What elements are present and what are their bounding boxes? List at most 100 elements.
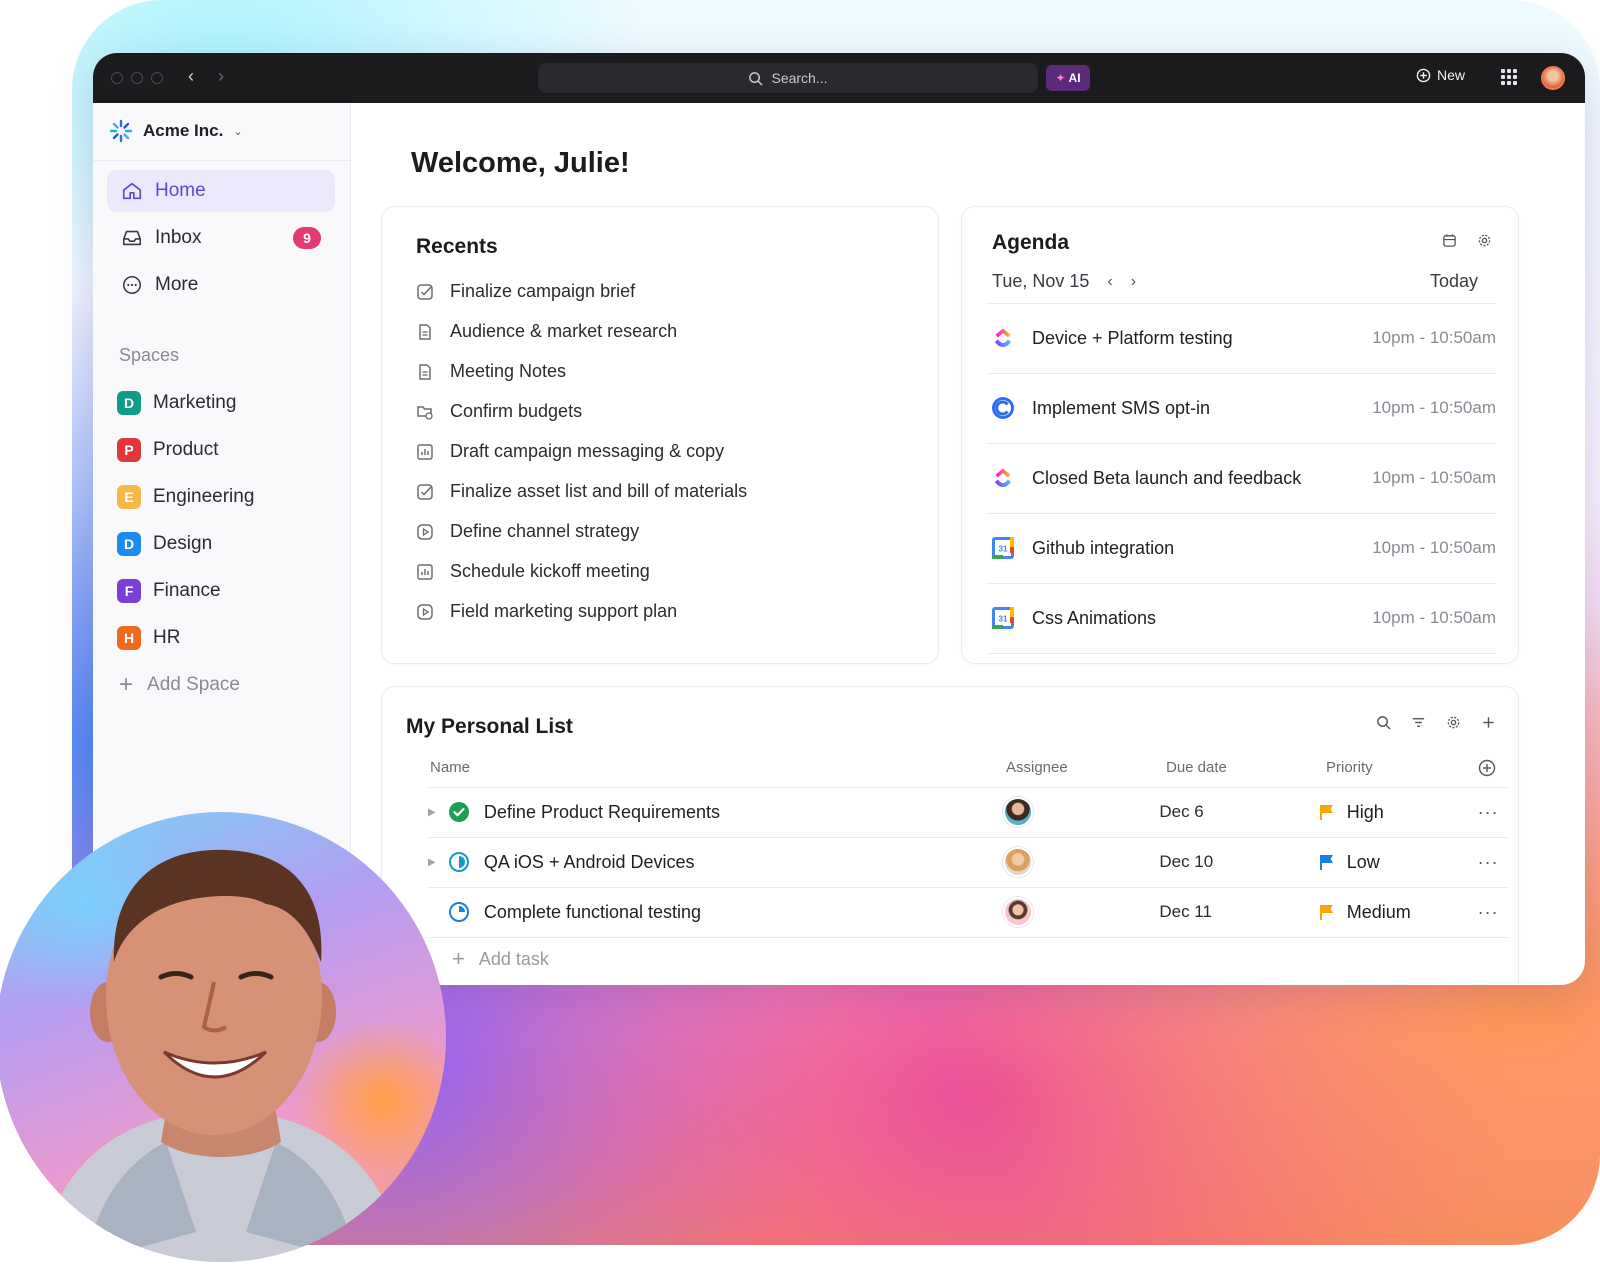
agenda-toolbar	[1442, 233, 1492, 248]
chevron-left-icon[interactable]: ‹	[1107, 273, 1112, 291]
workspace-switcher[interactable]: Acme Inc. ⌄	[109, 119, 243, 143]
dashboard-icon	[416, 563, 434, 581]
assignee-avatar[interactable]	[1002, 847, 1033, 877]
column-header-due-date[interactable]: Due date	[1166, 759, 1227, 776]
due-date[interactable]: Dec 11	[1159, 902, 1318, 922]
sidebar-item-more[interactable]: More	[107, 264, 335, 306]
recent-item-label: Finalize asset list and bill of material…	[450, 481, 748, 501]
gear-icon[interactable]	[1446, 715, 1461, 730]
inbox-count-badge: 9	[293, 227, 321, 249]
task-name[interactable]: Complete functional testing	[484, 902, 1000, 923]
space-label: Marketing	[153, 392, 237, 413]
table-row[interactable]: ▶ QA iOS + Android Devices Dec 10 Low ··…	[428, 838, 1508, 886]
space-avatar: D	[117, 391, 141, 415]
task-name[interactable]: Define Product Requirements	[484, 802, 1000, 823]
column-header-priority[interactable]: Priority	[1326, 759, 1373, 776]
more-options-icon[interactable]: ···	[1468, 802, 1508, 823]
space-item-finance[interactable]: F Finance	[117, 579, 221, 603]
space-avatar: E	[117, 485, 141, 509]
table-row[interactable]: Complete functional testing Dec 11 Mediu…	[428, 888, 1508, 936]
expand-caret-icon[interactable]: ▶	[428, 807, 448, 818]
recent-item[interactable]: Audience & market research	[416, 321, 677, 342]
due-date[interactable]: Dec 10	[1159, 852, 1318, 872]
plus-icon[interactable]	[1481, 715, 1496, 730]
priority-cell[interactable]: Medium	[1319, 902, 1468, 923]
search-placeholder: Search...	[771, 70, 828, 86]
new-button[interactable]: New	[1416, 67, 1465, 83]
table-row[interactable]: ▶ Define Product Requirements Dec 6 High…	[428, 788, 1508, 836]
column-header-name[interactable]: Name	[430, 759, 470, 776]
agenda-item-time: 10pm - 10:50am	[1372, 468, 1496, 487]
recent-item[interactable]: Confirm budgets	[416, 401, 582, 422]
ai-button[interactable]: ✦ AI	[1046, 65, 1090, 91]
space-item-marketing[interactable]: D Marketing	[117, 391, 236, 415]
apps-grid-icon[interactable]	[1501, 69, 1517, 85]
agenda-date-nav: Tue, Nov 15 ‹ ›	[992, 271, 1136, 292]
space-item-product[interactable]: P Product	[117, 438, 218, 462]
assignee-avatar[interactable]	[1002, 897, 1033, 927]
divider	[986, 373, 1496, 374]
agenda-item[interactable]: Closed Beta launch and feedback 10pm - 1…	[990, 465, 1496, 491]
today-button[interactable]: Today	[1430, 271, 1478, 292]
more-options-icon[interactable]: ···	[1468, 852, 1508, 873]
gear-icon[interactable]	[1477, 233, 1492, 248]
status-complete-icon[interactable]	[448, 801, 470, 823]
filter-icon[interactable]	[1411, 715, 1426, 730]
status-in-progress-icon[interactable]	[448, 851, 470, 873]
sidebar-item-home[interactable]: Home	[107, 170, 335, 212]
agenda-date: Tue, Nov 15	[992, 271, 1090, 291]
agenda-item-time: 10pm - 10:50am	[1372, 538, 1496, 557]
add-column-icon[interactable]	[1478, 759, 1496, 777]
space-item-engineering[interactable]: E Engineering	[117, 485, 254, 509]
search-icon	[749, 71, 763, 85]
sidebar-item-inbox[interactable]: Inbox 9	[107, 217, 335, 259]
agenda-item-title: Closed Beta launch and feedback	[1032, 467, 1302, 488]
minimize-window-button[interactable]	[131, 72, 143, 84]
priority-cell[interactable]: Low	[1319, 852, 1468, 873]
calendar-icon[interactable]	[1442, 233, 1457, 248]
back-arrow-icon[interactable]: ‹	[183, 66, 199, 87]
expand-caret-icon[interactable]: ▶	[428, 857, 448, 868]
add-task-button[interactable]: + Add task	[452, 948, 549, 970]
spaces-heading: Spaces	[119, 345, 180, 365]
chevron-right-icon[interactable]: ›	[1131, 273, 1136, 291]
recent-item[interactable]: Define channel strategy	[416, 521, 639, 542]
recent-item[interactable]: Field marketing support plan	[416, 601, 677, 622]
user-avatar[interactable]	[1541, 66, 1565, 90]
agenda-item[interactable]: Device + Platform testing 10pm - 10:50am	[990, 325, 1496, 351]
recent-item[interactable]: Finalize campaign brief	[416, 281, 635, 302]
space-item-design[interactable]: D Design	[117, 532, 212, 556]
task-name[interactable]: QA iOS + Android Devices	[484, 852, 1000, 873]
search-input[interactable]: Search...	[538, 63, 1038, 93]
space-label: Finance	[153, 580, 221, 601]
close-window-button[interactable]	[111, 72, 123, 84]
recent-item-label: Field marketing support plan	[450, 601, 678, 621]
recent-item-label: Define channel strategy	[450, 521, 640, 541]
agenda-item[interactable]: 31 Css Animations 10pm - 10:50am	[990, 605, 1496, 631]
add-space-button[interactable]: + Add Space	[119, 673, 240, 697]
column-header-assignee[interactable]: Assignee	[1006, 759, 1068, 776]
due-date[interactable]: Dec 6	[1159, 802, 1318, 822]
window-controls	[111, 72, 163, 84]
agenda-item-time: 10pm - 10:50am	[1372, 328, 1496, 347]
priority-cell[interactable]: High	[1319, 802, 1468, 823]
status-in-progress-icon[interactable]	[448, 901, 470, 923]
history-nav: ‹ ›	[183, 66, 229, 87]
agenda-item[interactable]: Implement SMS opt-in 10pm - 10:50am	[990, 395, 1496, 421]
zoom-window-button[interactable]	[151, 72, 163, 84]
more-options-icon[interactable]: ···	[1468, 902, 1508, 923]
space-label: HR	[153, 627, 181, 648]
plus-icon: +	[452, 946, 465, 971]
forward-arrow-icon[interactable]: ›	[213, 66, 229, 87]
agenda-item[interactable]: 31 Github integration 10pm - 10:50am	[990, 535, 1496, 561]
assignee-avatar[interactable]	[1002, 797, 1033, 827]
recent-item[interactable]: Finalize asset list and bill of material…	[416, 481, 747, 502]
search-icon[interactable]	[1376, 715, 1391, 730]
recent-item[interactable]: Schedule kickoff meeting	[416, 561, 650, 582]
clickup-logo-icon	[995, 328, 1011, 347]
recent-item[interactable]: Draft campaign messaging & copy	[416, 441, 724, 462]
recent-item[interactable]: Meeting Notes	[416, 361, 566, 382]
doc-icon	[416, 363, 434, 381]
space-item-hr[interactable]: H HR	[117, 626, 180, 650]
home-icon	[122, 182, 142, 200]
